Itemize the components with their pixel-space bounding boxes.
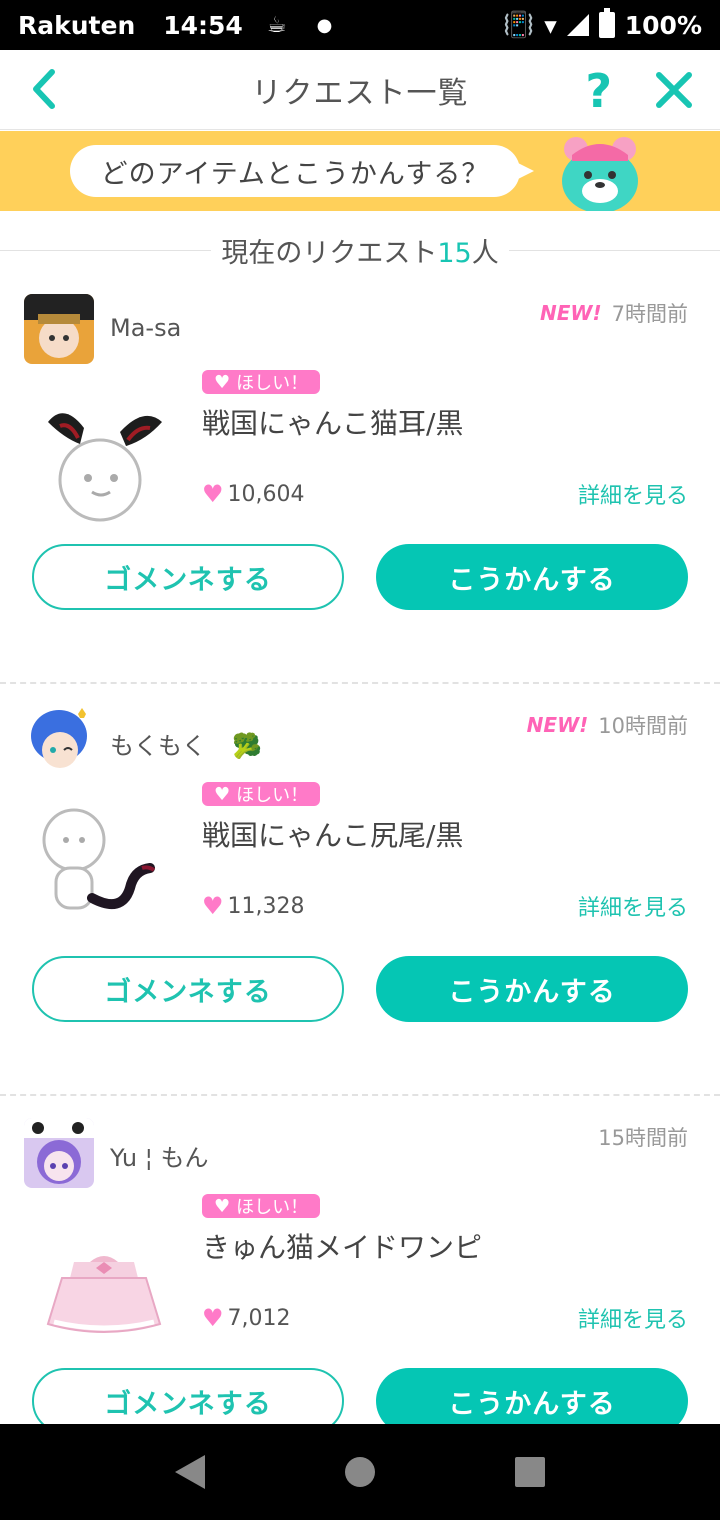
request-count-text: 現在のリクエスト15人 — [211, 231, 508, 270]
item-thumbnail[interactable] — [34, 1206, 174, 1346]
speech-bubble: どのアイテムとこうかんする？ — [70, 145, 534, 197]
heart-icon: ♥ — [214, 783, 231, 805]
heart-icon: ♥ — [202, 1304, 224, 1332]
decline-button[interactable]: ゴメンネする — [32, 544, 344, 610]
wifi-icon: ▾ — [544, 10, 557, 40]
new-badge: NEW! — [540, 301, 602, 325]
cup-icon: ☕ — [266, 12, 287, 38]
request-count-header: 現在のリクエスト15人 — [0, 228, 720, 272]
prompt-banner: どのアイテムとこうかんする？ — [0, 131, 720, 211]
heart-icon: ♥ — [202, 892, 224, 920]
username-text: Ma-sa — [110, 314, 182, 342]
want-label: ほしい！ — [236, 1197, 309, 1218]
time-ago: 15時間前 — [598, 1126, 688, 1150]
request-meta: NEW! 10時間前 — [527, 710, 688, 740]
request-count-suffix: 人 — [471, 237, 499, 269]
item-name: 戦国にゃんこ尻尾/黒 — [202, 819, 464, 852]
request-count-prefix: 現在のリクエスト — [221, 237, 438, 269]
avatar[interactable] — [24, 706, 94, 776]
item-thumbnail[interactable] — [34, 794, 174, 934]
like-count: ♥ 10,604 — [202, 480, 305, 508]
bear-mascot-icon — [562, 137, 638, 211]
heart-icon: ♥ — [214, 1195, 231, 1217]
want-label: ほしい！ — [236, 785, 309, 806]
like-count: ♥ 7,012 — [202, 1304, 291, 1332]
nav-back-icon[interactable] — [175, 1455, 205, 1489]
like-count-value: 7,012 — [227, 1305, 291, 1331]
username-text: Yu ¦ もん — [110, 1144, 209, 1172]
want-badge: ♥ ほしい！ — [202, 370, 321, 394]
status-icons: 📳 ▾ 100% — [503, 8, 702, 40]
divider — [0, 249, 212, 251]
avatar[interactable] — [24, 294, 94, 364]
time-ago: 7時間前 — [611, 302, 688, 326]
avatar[interactable] — [24, 1118, 94, 1188]
notification-dot-icon: ● — [316, 14, 333, 36]
close-button[interactable] — [654, 70, 694, 114]
like-count-value: 11,328 — [227, 893, 305, 919]
want-badge: ♥ ほしい！ — [202, 1194, 321, 1218]
want-badge: ♥ ほしい！ — [202, 782, 321, 806]
exchange-button[interactable]: こうかんする — [376, 956, 688, 1022]
divider — [508, 249, 720, 251]
request-meta: 15時間前 — [598, 1122, 688, 1152]
help-button[interactable]: ? — [585, 64, 612, 118]
request-count: 15 — [437, 237, 472, 269]
battery-percent: 100% — [624, 10, 702, 40]
view-details-link[interactable]: 詳細を見る — [578, 890, 688, 922]
like-count-value: 10,604 — [227, 481, 305, 507]
username: Yu ¦ もん — [110, 1138, 208, 1173]
like-count: ♥ 11,328 — [202, 892, 305, 920]
time-ago: 10時間前 — [598, 714, 688, 738]
avatar-image — [24, 294, 94, 364]
view-details-link[interactable]: 詳細を見る — [578, 478, 688, 510]
broccoli-icon: 🥦 — [232, 732, 262, 760]
request-card: もくもく 🥦 NEW! 10時間前 ♥ ほしい！ 戦国にゃんこ尻尾/黒 ♥ 11,… — [0, 684, 720, 1096]
system-nav-bar — [0, 1424, 720, 1520]
avatar-image — [24, 1118, 94, 1188]
page-title: リクエスト一覧 — [251, 75, 469, 111]
item-name: きゅん猫メイドワンピ — [202, 1231, 483, 1264]
item-name: 戦国にゃんこ猫耳/黒 — [202, 407, 464, 440]
nav-recents-icon[interactable] — [515, 1457, 545, 1487]
app-header: リクエスト一覧 ? — [0, 50, 720, 130]
signal-icon — [566, 14, 589, 36]
username: もくもく 🥦 — [110, 726, 262, 761]
nav-home-icon[interactable] — [345, 1457, 375, 1487]
battery-icon — [598, 8, 615, 38]
heart-icon: ♥ — [214, 371, 231, 393]
view-details-link[interactable]: 詳細を見る — [578, 1302, 688, 1334]
avatar-image — [24, 706, 94, 776]
back-button[interactable] — [30, 68, 58, 110]
item-thumbnail[interactable] — [34, 382, 174, 522]
chevron-left-icon — [33, 69, 55, 109]
screen: Rakuten 14:54 ☕ ● 📳 ▾ 100% リクエスト一覧 ? どのア… — [0, 0, 720, 1520]
heart-icon: ♥ — [202, 480, 224, 508]
clock: 14:54 — [163, 10, 243, 40]
new-badge: NEW! — [526, 713, 589, 737]
exchange-button[interactable]: こうかんする — [376, 544, 688, 610]
carrier-label: Rakuten — [18, 10, 136, 40]
want-label: ほしい！ — [236, 373, 309, 394]
decline-button[interactable]: ゴメンネする — [32, 956, 344, 1022]
username-text: もくもく — [110, 732, 206, 760]
close-icon — [656, 72, 692, 108]
status-bar: Rakuten 14:54 ☕ ● 📳 ▾ 100% — [0, 0, 720, 50]
username: Ma-sa — [110, 314, 181, 342]
request-meta: NEW! 7時間前 — [540, 298, 688, 328]
vibrate-icon: 📳 — [503, 10, 535, 39]
request-card: Ma-sa NEW! 7時間前 ♥ ほしい！ 戦国にゃんこ猫耳/黒 ♥ 10,6… — [0, 272, 720, 684]
